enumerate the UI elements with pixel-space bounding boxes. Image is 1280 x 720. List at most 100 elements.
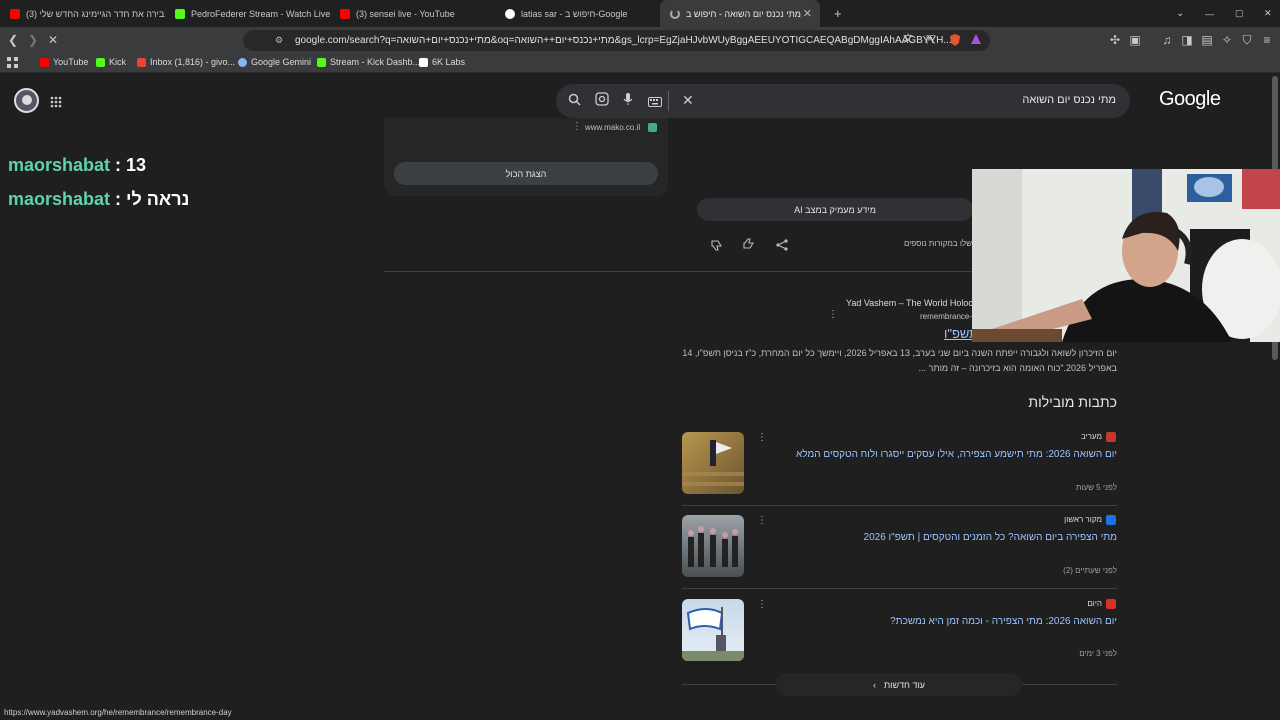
bookmark-6k-labs[interactable]: 6K Labs: [419, 57, 465, 67]
result-snippet: יום הזיכרון לשואה ולגבורה ייפתח השנה ביו…: [682, 346, 1117, 376]
new-tab-button[interactable]: +: [824, 0, 844, 27]
tab-kick-pedrofederer[interactable]: PedroFederer Stream - Watch Live on Kick: [165, 0, 330, 27]
search-box-divider: [668, 91, 669, 111]
search-icon[interactable]: [568, 93, 581, 109]
close-window-button[interactable]: ✕: [1254, 0, 1274, 27]
dive-deeper-ai-mode-button[interactable]: מידע מעמיק במצב AI: [697, 198, 973, 221]
site-info-icon[interactable]: ⚙: [275, 35, 283, 46]
translate-icon[interactable]: 文: [901, 33, 915, 47]
search-input[interactable]: מתי נכנס יום השואה: [1022, 94, 1116, 106]
more-options-icon[interactable]: ⋮: [757, 515, 767, 526]
bookmark-label: Kick: [109, 57, 127, 67]
story-thumbnail[interactable]: [682, 515, 744, 577]
bookmark-kick-dashboard[interactable]: Stream - Kick Dashb...: [317, 57, 420, 67]
thumbs-down-icon[interactable]: [711, 238, 723, 256]
tab-youtube-gaming-room[interactable]: (3) תבירה את חדר הגיימינג החדש שלי: [0, 0, 165, 27]
bookmark-label: YouTube: [53, 57, 89, 67]
tab-title: (3) sensei live - YouTube: [356, 8, 455, 19]
result-site-name[interactable]: Yad Vashem – The World Holocaust: [846, 298, 990, 308]
apps-grid-icon[interactable]: [7, 57, 18, 68]
clear-search-icon[interactable]: ✕: [682, 92, 694, 109]
vpn-icon[interactable]: ⛉: [1240, 33, 1254, 47]
story-time: לפני 3 ימים: [1079, 649, 1117, 658]
back-icon[interactable]: ❮: [6, 33, 20, 47]
snippet-line: יום הזיכרון לשואה ולגבורה ייפתח השנה ביו…: [682, 348, 1117, 358]
kick-icon: [317, 57, 326, 67]
webcam-overlay: [972, 169, 1280, 342]
tab-title: (3) תבירה את חדר הגיימינג החדש שלי: [26, 8, 165, 19]
story-source: מקור ראשון: [1064, 515, 1102, 524]
menu-icon[interactable]: ≡: [1260, 33, 1274, 47]
more-news-label: עוד חדשות: [883, 679, 926, 690]
search-box[interactable]: ✕ מתי נכנס יום השואה: [556, 84, 1130, 118]
keyboard-icon[interactable]: [648, 94, 662, 112]
story-source: מעריב: [1080, 432, 1102, 441]
kick-icon: [96, 57, 105, 67]
labs-icon: [419, 57, 428, 67]
sidebar-icon[interactable]: ◨: [1180, 33, 1194, 47]
bookmark-gmail[interactable]: Inbox (1,816) - givo...: [137, 57, 235, 67]
forward-icon[interactable]: ❯: [26, 33, 40, 47]
bookmark-gemini[interactable]: Google Gemini: [238, 57, 311, 67]
close-tab-icon[interactable]: ✕: [803, 7, 812, 20]
microphone-icon[interactable]: [623, 92, 633, 111]
tab-search-icon[interactable]: ⌄: [1166, 0, 1186, 27]
tab-youtube-sensei[interactable]: (3) sensei live - YouTube: [330, 0, 495, 27]
more-options-icon[interactable]: ⋮: [572, 121, 582, 132]
chevron-left-icon: ‹: [872, 679, 876, 690]
brave-shield-icon[interactable]: [948, 33, 962, 47]
google-icon: [505, 8, 515, 19]
chat-text: 13: [126, 155, 147, 175]
chat-username: maorshabat: [8, 189, 111, 209]
israel-hayom-icon: [1106, 599, 1116, 609]
tab-title: מתי נכנס יום השואה - חיפוש ב-Google: [686, 8, 801, 19]
story-title[interactable]: יום השואה 2026: מתי הצפירה - וכמה זמן הי…: [780, 616, 1117, 627]
bookmark-label: 6K Labs: [432, 57, 466, 67]
maximize-button[interactable]: ▢: [1225, 0, 1245, 27]
stop-loading-icon[interactable]: ✕: [46, 33, 60, 47]
share-icon[interactable]: ⇱: [924, 33, 938, 47]
google-apps-icon[interactable]: [50, 95, 62, 113]
wallet-icon[interactable]: ▤: [1200, 33, 1214, 47]
loading-icon: [670, 8, 680, 19]
gemini-icon: [238, 57, 247, 67]
story-divider: [682, 505, 1117, 506]
minimize-button[interactable]: —: [1195, 0, 1215, 27]
media-icon[interactable]: ♫: [1160, 33, 1174, 47]
result-url[interactable]: remembrance-: [920, 312, 972, 321]
maariv-icon: [1106, 432, 1116, 442]
more-options-icon[interactable]: ⋮: [757, 599, 767, 610]
bookmark-label: Stream - Kick Dashb...: [330, 57, 421, 67]
tab-strip: (3) תבירה את חדר הגיימינג החדש שלי Pedro…: [0, 0, 1280, 27]
address-bar[interactable]: ⚙ google.com/search?q=מתי+נכנס+יום+השואה…: [243, 30, 990, 51]
gmail-icon: [137, 57, 146, 67]
bookmark-youtube[interactable]: YouTube: [40, 57, 88, 67]
source-domain[interactable]: www.mako.co.il: [585, 123, 640, 132]
status-bar-url: https://www.yadvashem.org/he/remembrance…: [0, 706, 260, 720]
tab-google-latias[interactable]: latias sar - חיפוש ב-Google: [495, 0, 660, 27]
lens-icon[interactable]: [595, 92, 609, 111]
google-logo[interactable]: Google: [1159, 88, 1221, 111]
share-result-icon[interactable]: [776, 238, 788, 256]
more-options-icon[interactable]: ⋮: [828, 309, 838, 320]
bookmark-label: Inbox (1,816) - givo...: [150, 57, 236, 67]
thumbs-up-icon[interactable]: [743, 237, 755, 255]
brave-rewards-icon[interactable]: [969, 33, 983, 47]
leo-ai-icon[interactable]: ✧: [1220, 33, 1234, 47]
bookmark-kick[interactable]: Kick: [96, 57, 126, 67]
more-news-button[interactable]: ‹ עוד חדשות: [776, 673, 1022, 696]
story-title[interactable]: יום השואה 2026: מתי תישמע הצפירה, אילו ע…: [780, 449, 1117, 460]
show-all-button[interactable]: הצגת הכול: [394, 162, 658, 185]
source-favicon: [648, 123, 657, 132]
snippet-line: באפריל 2026."כוח האומה הוא בזיכרונה – זה…: [918, 363, 1117, 373]
story-title[interactable]: מתי הצפירה ביום השואה? כל הזמנים והטקסים…: [780, 532, 1117, 543]
kick-icon: [175, 8, 185, 19]
more-options-icon[interactable]: ⋮: [757, 432, 767, 443]
story-thumbnail[interactable]: [682, 599, 744, 661]
tab-google-holocaust-day[interactable]: מתי נכנס יום השואה - חיפוש ב-Google ✕: [660, 0, 820, 27]
tab-title: latias sar - חיפוש ב-Google: [521, 8, 628, 19]
avatar[interactable]: [14, 88, 39, 113]
story-thumbnail[interactable]: [682, 432, 744, 494]
extensions-icon[interactable]: ✣: [1108, 33, 1122, 47]
screenshot-icon[interactable]: ▣: [1128, 33, 1142, 47]
